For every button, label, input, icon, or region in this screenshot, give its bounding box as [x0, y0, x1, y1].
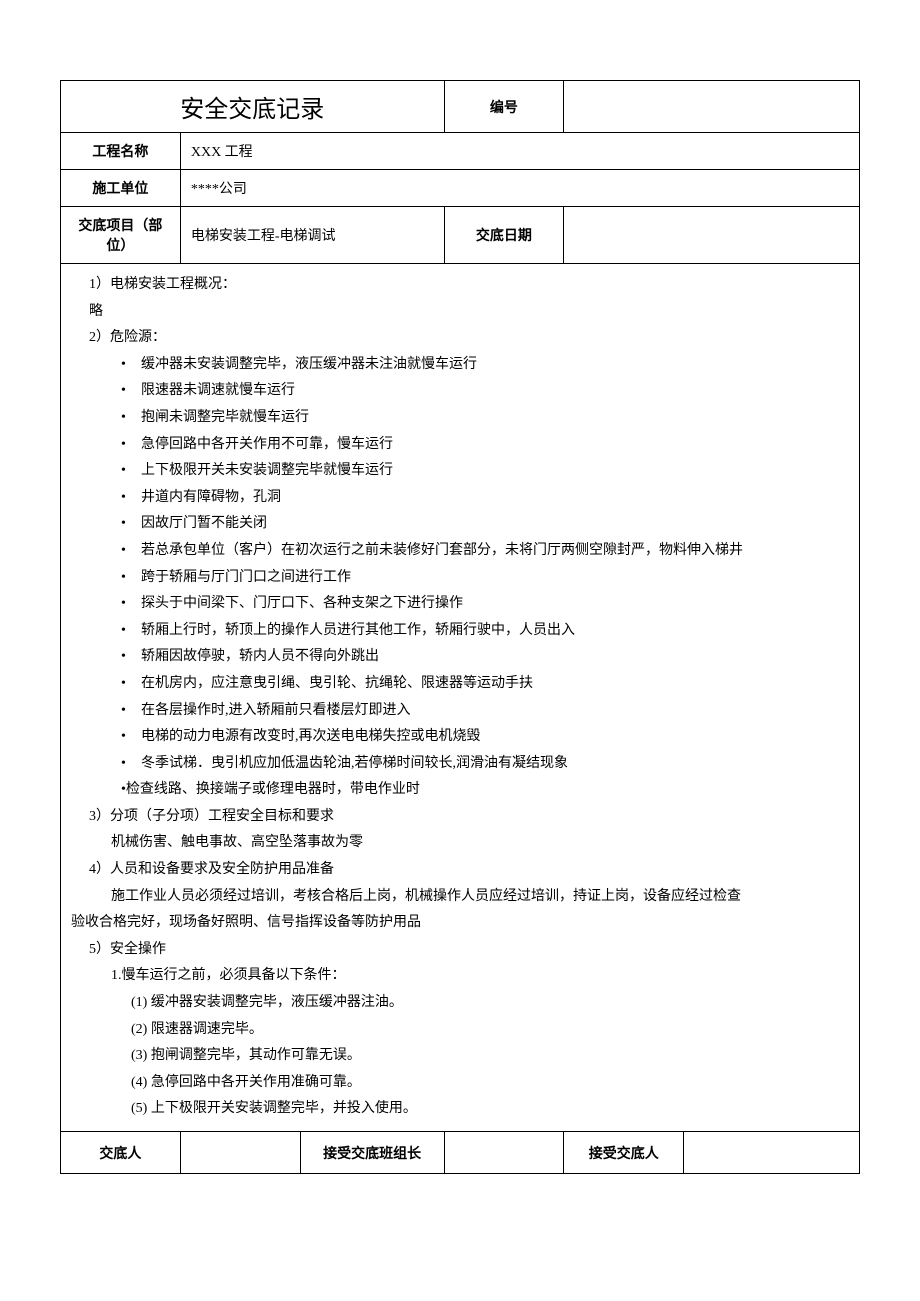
- disclosure-date-label: 交底日期: [444, 207, 564, 264]
- section-5-item: (3) 抱闸调整完毕，其动作可靠无误。: [71, 1043, 849, 1070]
- footer-row: 交底人 接受交底班组长 接受交底人: [61, 1132, 860, 1174]
- number-value: [564, 81, 860, 133]
- section-5-heading: 5）安全操作: [71, 937, 849, 964]
- hazard-item: 井道内有障碍物，孔洞: [121, 485, 849, 512]
- number-label: 编号: [444, 81, 564, 133]
- project-name-row: 工程名称 XXX 工程: [61, 133, 860, 170]
- hazard-item: 在机房内，应注意曳引绳、曳引轮、抗绳轮、限速器等运动手扶: [121, 671, 849, 698]
- section-1-body: 略: [71, 299, 849, 326]
- section-5-item: (2) 限速器调速完毕。: [71, 1017, 849, 1044]
- section-4-body-1: 施工作业人员必须经过培训，考核合格后上岗，机械操作人员应经过培训，持证上岗，设备…: [71, 884, 849, 911]
- hazard-item: 若总承包单位（客户）在初次运行之前未装修好门套部分，未将门厅两侧空隙封严，物料伸…: [121, 538, 849, 565]
- project-name-value: XXX 工程: [180, 133, 859, 170]
- section-5-item: (1) 缓冲器安装调整完毕，液压缓冲器注油。: [71, 990, 849, 1017]
- discloser-value: [180, 1132, 300, 1174]
- hazard-item: 电梯的动力电源有改变时,再次送电电梯失控或电机烧毁: [121, 724, 849, 751]
- disclosure-date-value: [564, 207, 860, 264]
- hazard-item: 抱闸未调整完毕就慢车运行: [121, 405, 849, 432]
- section-3-heading: 3）分项（子分项）工程安全目标和要求: [71, 804, 849, 831]
- construction-unit-label: 施工单位: [61, 170, 181, 207]
- team-leader-label: 接受交底班组长: [300, 1132, 444, 1174]
- content-row: 1）电梯安装工程概况： 略 2）危险源： 缓冲器未安装调整完毕，液压缓冲器未注油…: [61, 264, 860, 1132]
- discloser-label: 交底人: [61, 1132, 181, 1174]
- construction-unit-row: 施工单位 ****公司: [61, 170, 860, 207]
- hazard-item: 急停回路中各开关作用不可靠，慢车运行: [121, 432, 849, 459]
- section-5-item: (5) 上下极限开关安装调整完毕，并投入使用。: [71, 1096, 849, 1123]
- hazard-item: 上下极限开关未安装调整完毕就慢车运行: [121, 458, 849, 485]
- hazard-item: 轿厢因故停驶，轿内人员不得向外跳出: [121, 644, 849, 671]
- hazard-item: 在各层操作时,进入轿厢前只看楼层灯即进入: [121, 698, 849, 725]
- hazard-list: 缓冲器未安装调整完毕，液压缓冲器未注油就慢车运行 限速器未调速就慢车运行 抱闸未…: [71, 352, 849, 778]
- section-2-heading: 2）危险源：: [71, 325, 849, 352]
- receiver-label: 接受交底人: [564, 1132, 684, 1174]
- section-3-body: 机械伤害、触电事故、高空坠落事故为零: [71, 830, 849, 857]
- section-1-heading: 1）电梯安装工程概况：: [71, 272, 849, 299]
- hazard-item: 探头于中间梁下、门厅口下、各种支架之下进行操作: [121, 591, 849, 618]
- project-name-label: 工程名称: [61, 133, 181, 170]
- hazard-item: 冬季试梯．曳引机应加低温齿轮油,若停梯时间较长,润滑油有凝结现象: [121, 751, 849, 778]
- section-4-body-2: 验收合格完好，现场备好照明、信号指挥设备等防护用品: [71, 910, 849, 937]
- hazard-item: 因故厅门暂不能关闭: [121, 511, 849, 538]
- hazard-item: 跨于轿厢与厅门门口之间进行工作: [121, 565, 849, 592]
- construction-unit-value: ****公司: [180, 170, 859, 207]
- section-5-subheading: 1.慢车运行之前，必须具备以下条件：: [71, 963, 849, 990]
- safety-disclosure-form: 安全交底记录 编号 工程名称 XXX 工程 施工单位 ****公司 交底项目（部…: [60, 80, 860, 1174]
- team-leader-value: [444, 1132, 564, 1174]
- hazard-item: 限速器未调速就慢车运行: [121, 378, 849, 405]
- disclosure-item-value: 电梯安装工程-电梯调试: [180, 207, 444, 264]
- section-4-heading: 4）人员和设备要求及安全防护用品准备: [71, 857, 849, 884]
- title-row: 安全交底记录 编号: [61, 81, 860, 133]
- hazard-item-last: •检查线路、换接端子或修理电器时，带电作业时: [71, 777, 849, 804]
- section-5-item: (4) 急停回路中各开关作用准确可靠。: [71, 1070, 849, 1097]
- receiver-value: [684, 1132, 860, 1174]
- disclosure-item-row: 交底项目（部位） 电梯安装工程-电梯调试 交底日期: [61, 207, 860, 264]
- form-title: 安全交底记录: [61, 81, 445, 133]
- hazard-item: 缓冲器未安装调整完毕，液压缓冲器未注油就慢车运行: [121, 352, 849, 379]
- disclosure-item-label: 交底项目（部位）: [61, 207, 181, 264]
- content-body: 1）电梯安装工程概况： 略 2）危险源： 缓冲器未安装调整完毕，液压缓冲器未注油…: [61, 264, 860, 1132]
- hazard-item: 轿厢上行时，轿顶上的操作人员进行其他工作，轿厢行驶中，人员出入: [121, 618, 849, 645]
